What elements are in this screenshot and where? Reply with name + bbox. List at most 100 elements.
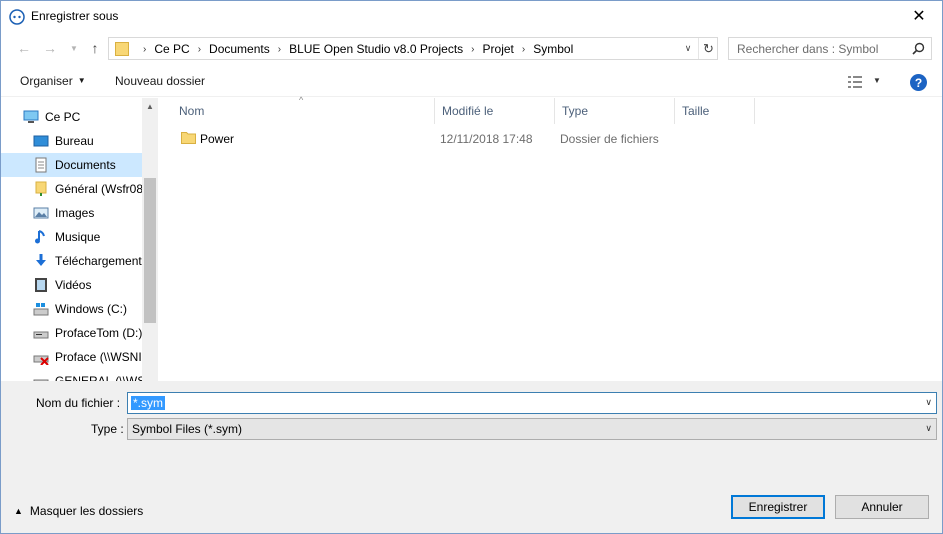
sidebar-item-label: Images xyxy=(55,206,95,220)
search-placeholder: Rechercher dans : Symbol xyxy=(737,42,879,56)
organize-button[interactable]: Organiser ▼ xyxy=(20,74,86,88)
address-dropdown-button[interactable]: ∨ xyxy=(678,38,698,59)
sidebar-item[interactable]: Bureau xyxy=(1,129,142,153)
pictures-icon xyxy=(33,207,49,219)
column-header-type[interactable]: Type xyxy=(555,98,675,124)
column-header-modified[interactable]: Modifié le xyxy=(435,98,555,124)
view-options-icon[interactable] xyxy=(847,75,863,89)
file-list: ^ Nom Modifié le Type Taille Power 12/11… xyxy=(161,95,942,381)
filename-value: *.sym xyxy=(131,396,165,410)
type-label: Type : xyxy=(91,422,124,436)
recent-locations-button[interactable]: ▼ xyxy=(63,37,85,59)
breadcrumb-item[interactable]: Projet xyxy=(483,42,514,56)
chevron-down-icon[interactable]: ∨ xyxy=(925,423,932,434)
sidebar-item-label: Musique xyxy=(55,230,101,244)
column-header-name[interactable]: Nom xyxy=(172,98,435,124)
caret-up-icon: ▲ xyxy=(14,506,23,516)
desktop-icon xyxy=(33,135,49,147)
scrollbar-thumb[interactable] xyxy=(144,178,156,323)
sidebar-item-label: Vidéos xyxy=(55,278,92,292)
up-button[interactable]: ↑ xyxy=(84,37,106,59)
sidebar-item[interactable]: Téléchargement xyxy=(1,249,142,273)
chevron-down-icon: ▼ xyxy=(70,43,78,53)
videos-icon xyxy=(35,278,47,292)
help-icon[interactable]: ? xyxy=(910,74,927,91)
view-options-caret-icon[interactable]: ▼ xyxy=(873,76,881,85)
breadcrumb-item[interactable]: BLUE Open Studio v8.0 Projects xyxy=(289,42,463,56)
sidebar-item[interactable]: GENERAL (\\WSI xyxy=(1,369,142,381)
folder-icon xyxy=(181,132,196,144)
sidebar-item-label: Proface (\\WSNI xyxy=(55,350,142,364)
chevron-down-icon: ∨ xyxy=(684,43,692,53)
breadcrumb-separator-icon[interactable]: › xyxy=(471,44,474,55)
sidebar-item-label: Général (Wsfr080 xyxy=(55,182,142,196)
up-arrow-icon: ↑ xyxy=(91,40,99,56)
close-button[interactable]: ✕ xyxy=(896,1,942,31)
breadcrumb: › Ce PC › Documents › BLUE Open Studio v… xyxy=(135,42,573,56)
sidebar-item-label: Windows (C:) xyxy=(55,302,128,316)
sidebar-item[interactable]: ProfaceTom (D:) xyxy=(1,321,142,345)
navigation-pane: Ce PC Bureau Documents Général (Wsfr080 Imag… xyxy=(1,98,158,381)
navigation-bar: ← → ▼ ↑ › Ce PC › Documents › BLUE Open … xyxy=(1,35,942,61)
breadcrumb-separator-icon[interactable]: › xyxy=(522,44,525,55)
cancel-button[interactable]: Annuler xyxy=(835,495,929,519)
sidebar-item[interactable]: Proface (\\WSNI xyxy=(1,345,142,369)
network-folder-icon xyxy=(35,181,47,196)
file-type: Dossier de fichiers xyxy=(560,132,659,146)
chevron-down-icon[interactable]: ∨ xyxy=(925,397,932,408)
sidebar-item[interactable]: Général (Wsfr080 xyxy=(1,177,142,201)
sidebar-item-label: Bureau xyxy=(55,134,94,148)
hide-folders-toggle[interactable]: ▲ Masquer les dossiers xyxy=(14,504,143,518)
scroll-up-icon[interactable]: ▲ xyxy=(142,98,158,114)
column-header-size[interactable]: Taille xyxy=(675,98,755,124)
folder-icon xyxy=(115,42,129,56)
back-button[interactable]: ← xyxy=(13,37,35,59)
save-as-dialog: Enregistrer sous ✕ ← → ▼ ↑ › Ce PC › Doc… xyxy=(0,0,943,534)
filename-input[interactable]: *.sym ∨ xyxy=(127,392,937,414)
save-fields-panel: Nom du fichier : *.sym ∨ Type : Symbol F… xyxy=(1,381,942,443)
breadcrumb-separator-icon[interactable]: › xyxy=(278,44,281,55)
sidebar-item[interactable]: Images xyxy=(1,201,142,225)
navigation-pane-scrollbar[interactable]: ▲ xyxy=(142,98,158,381)
hide-folders-label: Masquer les dossiers xyxy=(29,504,144,518)
breadcrumb-separator-icon: › xyxy=(143,43,147,55)
forward-button[interactable]: → xyxy=(39,37,61,59)
sidebar-item-label: Téléchargement xyxy=(55,254,142,268)
windows-drive-icon xyxy=(33,303,49,316)
address-bar[interactable]: › Ce PC › Documents › BLUE Open Studio v… xyxy=(108,37,718,60)
breadcrumb-item[interactable]: Ce PC xyxy=(154,42,189,56)
search-icon xyxy=(912,42,925,55)
caret-down-icon: ▼ xyxy=(77,76,86,85)
back-arrow-icon: ← xyxy=(17,40,31,56)
app-icon xyxy=(9,9,25,25)
command-toolbar: Organiser ▼ Nouveau dossier ▼ ? xyxy=(1,67,942,97)
sidebar-item-label: Documents xyxy=(55,158,116,172)
sidebar-item[interactable]: Vidéos xyxy=(1,273,142,297)
music-icon xyxy=(35,230,45,244)
sidebar-item[interactable]: Windows (C:) xyxy=(1,297,142,321)
new-folder-button[interactable]: Nouveau dossier xyxy=(115,74,205,88)
sidebar-item[interactable]: Ce PC xyxy=(1,105,142,129)
sidebar-item-label: Ce PC xyxy=(45,110,81,124)
sidebar-item[interactable]: Musique xyxy=(1,225,142,249)
downloads-icon xyxy=(36,254,46,266)
forward-arrow-icon: → xyxy=(43,40,57,56)
breadcrumb-item[interactable]: Symbol xyxy=(533,42,573,56)
sidebar-item[interactable]: Documents xyxy=(1,153,142,177)
table-row[interactable]: Power 12/11/2018 17:48 Dossier de fichie… xyxy=(178,127,778,149)
sidebar-item-label: GENERAL (\\WSI xyxy=(55,374,142,381)
drive-icon xyxy=(33,379,49,381)
search-input[interactable]: Rechercher dans : Symbol xyxy=(728,37,932,60)
disconnected-drive-icon xyxy=(33,355,49,365)
breadcrumb-item[interactable]: Documents xyxy=(209,42,270,56)
breadcrumb-separator-icon[interactable]: › xyxy=(198,44,201,55)
save-button[interactable]: Enregistrer xyxy=(731,495,825,519)
computer-icon xyxy=(23,110,39,123)
file-type-value: Symbol Files (*.sym) xyxy=(132,422,243,436)
refresh-icon: ↻ xyxy=(703,40,714,56)
file-modified: 12/11/2018 17:48 xyxy=(440,132,533,146)
title-bar[interactable]: Enregistrer sous ✕ xyxy=(1,1,942,32)
window-title: Enregistrer sous xyxy=(31,9,119,23)
file-type-select[interactable]: Symbol Files (*.sym) ∨ xyxy=(127,418,937,440)
refresh-button[interactable]: ↻ xyxy=(698,38,718,59)
